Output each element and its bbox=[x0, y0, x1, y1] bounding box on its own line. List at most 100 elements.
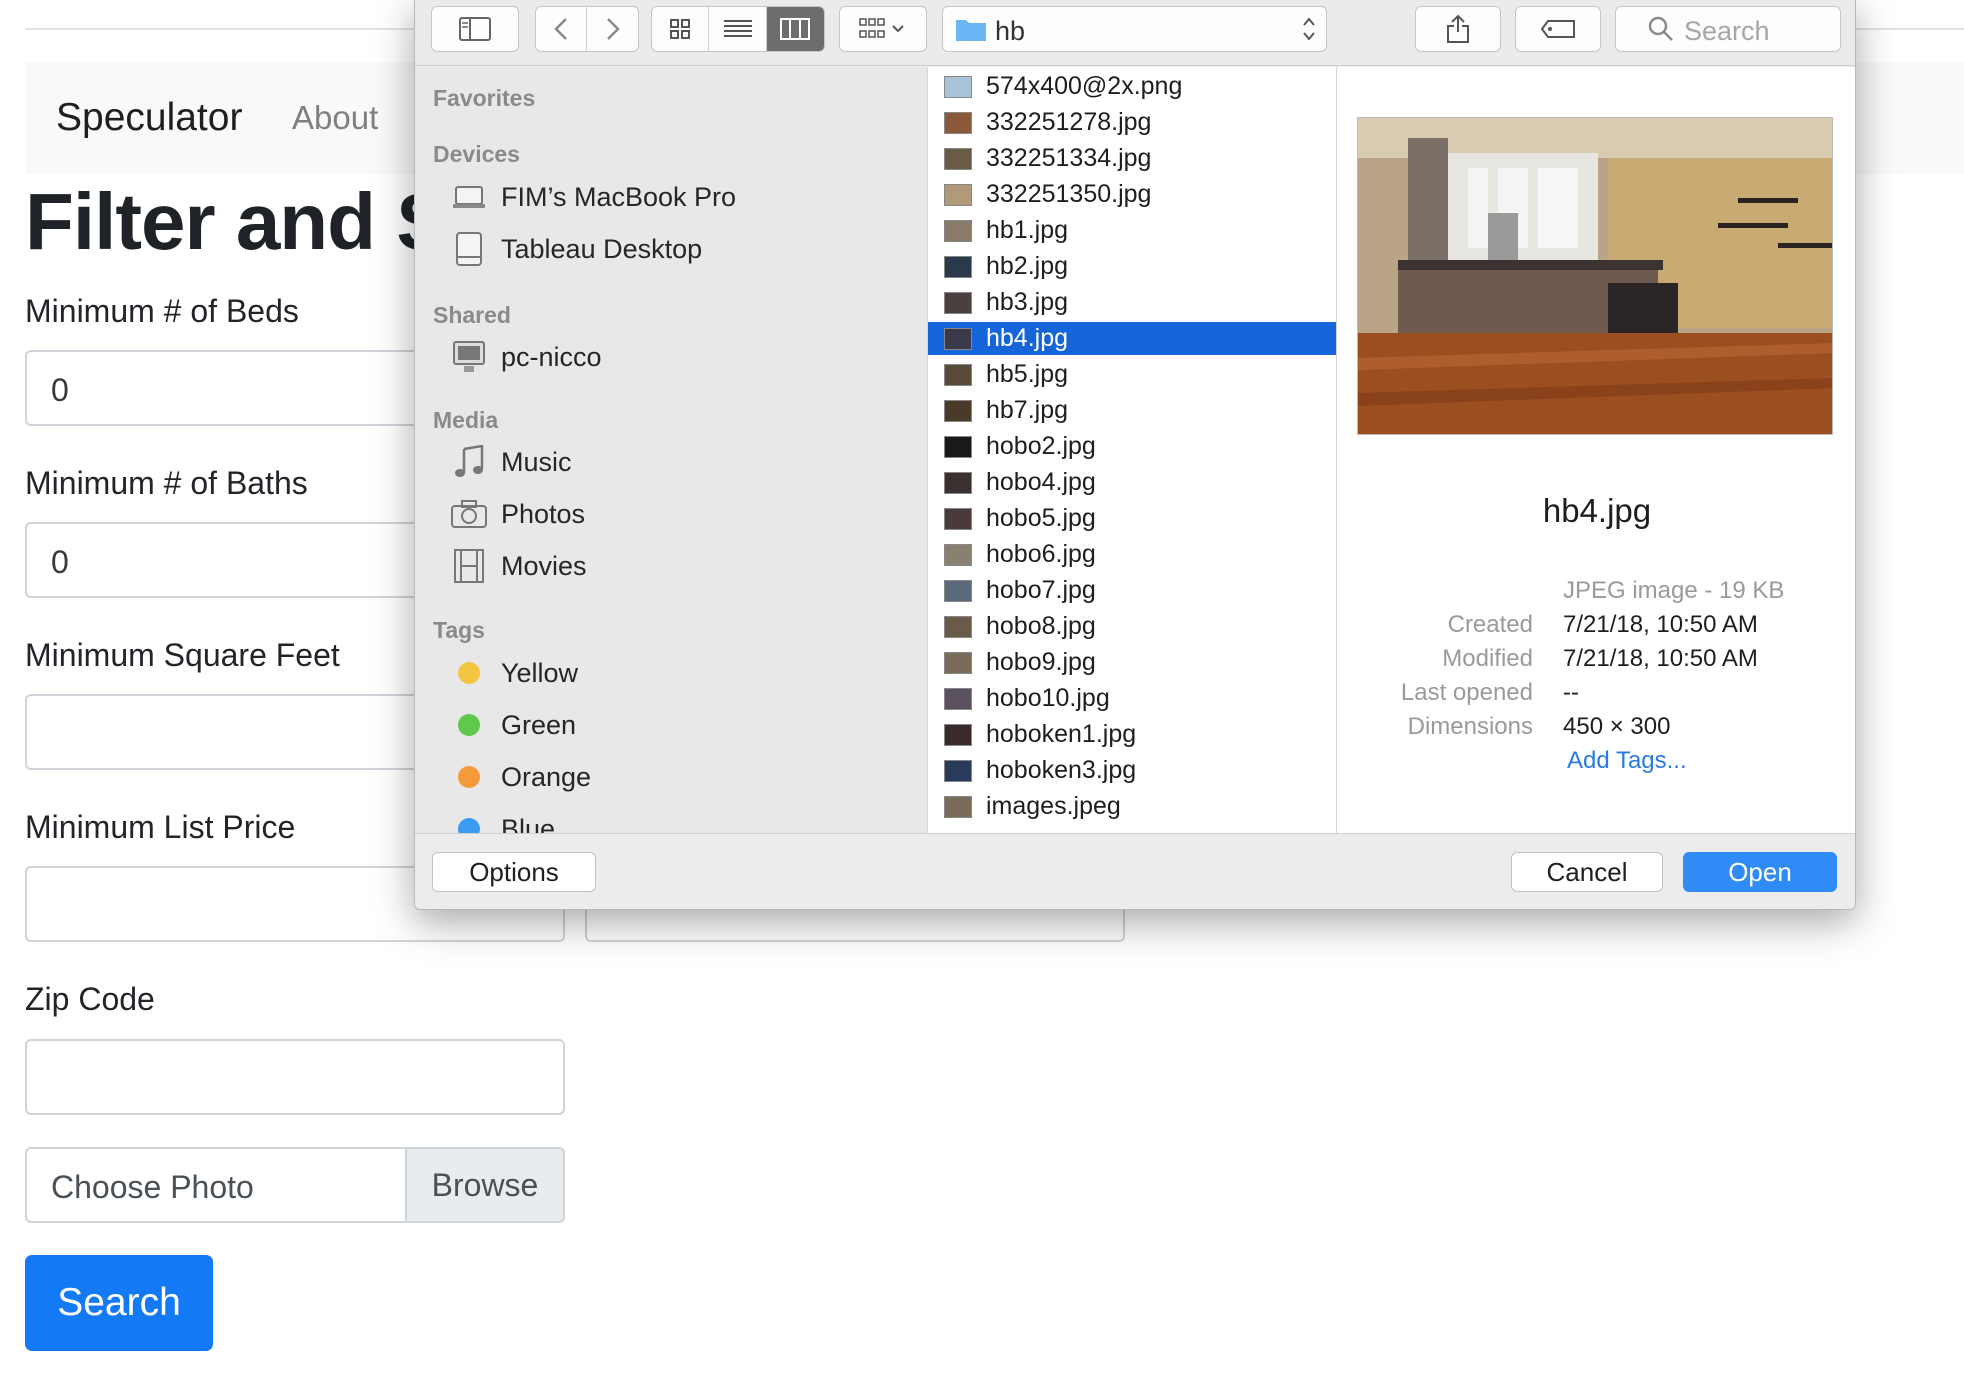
file-name: 332251278.jpg bbox=[986, 108, 1152, 136]
image-thumbnail-icon bbox=[944, 291, 972, 314]
preview-file-kind: JPEG image - 19 KB bbox=[1563, 577, 1785, 604]
sidebar-tag-yellow[interactable]: Yellow bbox=[451, 651, 921, 695]
camera-icon bbox=[451, 496, 487, 532]
sidebar-tag-green[interactable]: Green bbox=[451, 703, 921, 747]
sidebar-item-tableau-desktop[interactable]: Tableau Desktop bbox=[451, 227, 921, 271]
file-name: hoboken3.jpg bbox=[986, 756, 1137, 784]
blue-tag-dot-icon bbox=[458, 818, 480, 833]
file-name: hobo6.jpg bbox=[986, 540, 1096, 568]
file-row[interactable]: hobo9.jpg bbox=[928, 646, 1336, 679]
tag-button[interactable] bbox=[1515, 6, 1601, 52]
list-view-button[interactable] bbox=[709, 7, 767, 51]
yellow-tag-dot-icon bbox=[458, 662, 480, 684]
image-thumbnail-icon bbox=[944, 75, 972, 98]
nav-link-about[interactable]: About bbox=[292, 99, 378, 137]
sidebar-item-pc-nicco[interactable]: pc-nicco bbox=[451, 335, 921, 379]
add-tags-link[interactable]: Add Tags... bbox=[1567, 747, 1687, 775]
file-row[interactable]: hb7.jpg bbox=[928, 394, 1336, 427]
preview-file-name: hb4.jpg bbox=[1542, 492, 1652, 529]
file-name: 574x400@2x.png bbox=[986, 72, 1183, 100]
file-name: 332251350.jpg bbox=[986, 180, 1152, 208]
file-row[interactable]: hoboken1.jpg bbox=[928, 718, 1336, 751]
image-thumbnail-icon bbox=[944, 795, 972, 818]
file-row[interactable]: hb5.jpg bbox=[928, 358, 1336, 391]
sidebar-item-macbook[interactable]: FIM’s MacBook Pro bbox=[451, 175, 921, 219]
folder-icon bbox=[956, 20, 986, 41]
options-button[interactable]: Options bbox=[432, 852, 596, 892]
kitchen-photo-image bbox=[1358, 118, 1832, 434]
sidebar-item-label: FIM’s MacBook Pro bbox=[501, 181, 737, 212]
image-thumbnail-icon bbox=[944, 435, 972, 458]
updown-chevron-icon bbox=[1303, 17, 1315, 41]
file-row[interactable]: hb4.jpg bbox=[928, 322, 1336, 355]
chevron-right-icon bbox=[606, 18, 620, 40]
cancel-button[interactable]: Cancel bbox=[1511, 852, 1663, 892]
sidebar-section-shared: Shared bbox=[433, 302, 511, 328]
image-thumbnail-icon bbox=[944, 327, 972, 350]
preview-image bbox=[1357, 117, 1833, 435]
file-row[interactable]: hobo7.jpg bbox=[928, 574, 1336, 607]
share-button[interactable] bbox=[1415, 6, 1501, 52]
file-row[interactable]: images.jpeg bbox=[928, 790, 1336, 823]
icon-view-button[interactable] bbox=[652, 7, 710, 51]
chevron-left-icon bbox=[554, 18, 567, 40]
image-thumbnail-icon bbox=[944, 147, 972, 170]
computer-icon bbox=[451, 339, 487, 375]
sqft-label: Minimum Square Feet bbox=[25, 637, 340, 673]
last-opened-label: Last opened bbox=[1400, 679, 1533, 706]
column-view-button[interactable] bbox=[766, 7, 824, 51]
zip-input[interactable] bbox=[25, 1039, 565, 1115]
sidebar-item-label: Movies bbox=[501, 550, 587, 581]
modified-value: 7/21/18, 10:50 AM bbox=[1563, 645, 1758, 672]
sidebar-tag-blue[interactable]: Blue bbox=[451, 807, 921, 833]
group-by-button[interactable] bbox=[839, 6, 927, 52]
tag-icon bbox=[1540, 20, 1575, 38]
file-row[interactable]: 332251350.jpg bbox=[928, 178, 1336, 211]
sidebar-toggle-button[interactable] bbox=[431, 6, 519, 52]
back-forward-group bbox=[535, 6, 639, 52]
last-opened-value: -- bbox=[1563, 679, 1579, 706]
file-row[interactable]: hobo2.jpg bbox=[928, 430, 1336, 463]
file-row[interactable]: hobo6.jpg bbox=[928, 538, 1336, 571]
modified-label: Modified bbox=[1442, 645, 1533, 672]
sidebar-item-movies[interactable]: Movies bbox=[451, 544, 921, 588]
search-field[interactable]: Search bbox=[1615, 6, 1841, 52]
browse-button[interactable]: Browse bbox=[405, 1149, 563, 1221]
dialog-toolbar: hb Search bbox=[415, 0, 1855, 66]
search-button[interactable]: Search bbox=[25, 1255, 213, 1351]
columns-icon bbox=[780, 18, 811, 40]
file-row[interactable]: hobo5.jpg bbox=[928, 502, 1336, 535]
image-thumbnail-icon bbox=[944, 723, 972, 746]
sidebar-item-music[interactable]: Music bbox=[451, 440, 921, 484]
image-thumbnail-icon bbox=[944, 507, 972, 530]
open-button[interactable]: Open bbox=[1683, 852, 1837, 892]
file-row[interactable]: 574x400@2x.png bbox=[928, 70, 1336, 103]
file-row[interactable]: hobo10.jpg bbox=[928, 682, 1336, 715]
file-name: hobo5.jpg bbox=[986, 504, 1096, 532]
baths-label: Minimum # of Baths bbox=[25, 465, 308, 501]
forward-button[interactable] bbox=[587, 7, 638, 51]
sidebar-item-photos[interactable]: Photos bbox=[451, 492, 921, 536]
path-popup[interactable]: hb bbox=[942, 6, 1327, 52]
preview-pane: hb4.jpg JPEG image - 19 KB Created 7/21/… bbox=[1337, 67, 1855, 833]
laptop-icon bbox=[451, 179, 487, 215]
navbar-brand[interactable]: Speculator bbox=[56, 96, 242, 140]
photo-file-input[interactable]: Choose Photo Browse bbox=[25, 1147, 565, 1223]
sidebar-tag-orange[interactable]: Orange bbox=[451, 755, 921, 799]
file-name: hobo4.jpg bbox=[986, 468, 1096, 496]
file-name: 332251334.jpg bbox=[986, 144, 1152, 172]
image-thumbnail-icon bbox=[944, 759, 972, 782]
sidebar-item-label: Photos bbox=[501, 498, 586, 529]
sidebar-section-favorites: Favorites bbox=[433, 85, 536, 111]
file-row[interactable]: hb3.jpg bbox=[928, 286, 1336, 319]
back-button[interactable] bbox=[536, 7, 588, 51]
file-row[interactable]: hoboken3.jpg bbox=[928, 754, 1336, 787]
zip-label: Zip Code bbox=[25, 981, 155, 1017]
file-row[interactable]: 332251334.jpg bbox=[928, 142, 1336, 175]
file-row[interactable]: 332251278.jpg bbox=[928, 106, 1336, 139]
file-row[interactable]: hb1.jpg bbox=[928, 214, 1336, 247]
sidebar-item-label: Green bbox=[501, 709, 577, 740]
file-row[interactable]: hobo4.jpg bbox=[928, 466, 1336, 499]
file-row[interactable]: hb2.jpg bbox=[928, 250, 1336, 283]
file-row[interactable]: hobo8.jpg bbox=[928, 610, 1336, 643]
